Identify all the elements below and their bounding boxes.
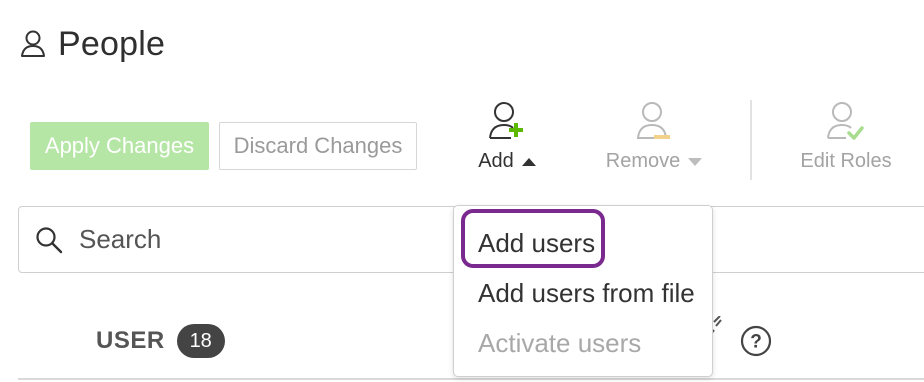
help-symbol: ? [750, 332, 762, 353]
user-column-header[interactable]: USER 18 [96, 324, 225, 358]
menu-item-activate-users: Activate users [478, 328, 642, 358]
user-icon [21, 30, 45, 57]
search-input[interactable] [77, 223, 461, 256]
add-label: Add [478, 150, 514, 172]
highlight-ring [461, 209, 605, 268]
page-header: People [20, 22, 165, 66]
user-count-badge: 18 [176, 324, 225, 358]
toolbar-divider [750, 100, 752, 180]
user-column-label: USER [96, 327, 165, 354]
remove-user-icon [636, 102, 670, 139]
apply-changes-button[interactable]: Apply Changes [30, 122, 209, 170]
add-user-icon [489, 102, 523, 139]
search-icon [36, 226, 63, 253]
edit-roles-icon [827, 102, 864, 140]
edit-roles-label: Edit Roles [800, 150, 892, 172]
page-title: People [58, 24, 166, 63]
discard-changes-button[interactable]: Discard Changes [219, 122, 417, 170]
edit-roles-button[interactable]: Edit Roles [790, 100, 902, 173]
caret-down-icon [688, 157, 703, 166]
help-icon[interactable]: ? [740, 325, 772, 357]
table-header-divider [18, 378, 924, 380]
menu-item-add-users-from-file[interactable]: Add users from file [478, 278, 695, 309]
remove-user-dropdown[interactable]: Remove [596, 100, 712, 173]
caret-up-icon [521, 157, 536, 166]
add-user-dropdown[interactable]: Add [468, 100, 546, 173]
remove-label: Remove [605, 150, 681, 172]
